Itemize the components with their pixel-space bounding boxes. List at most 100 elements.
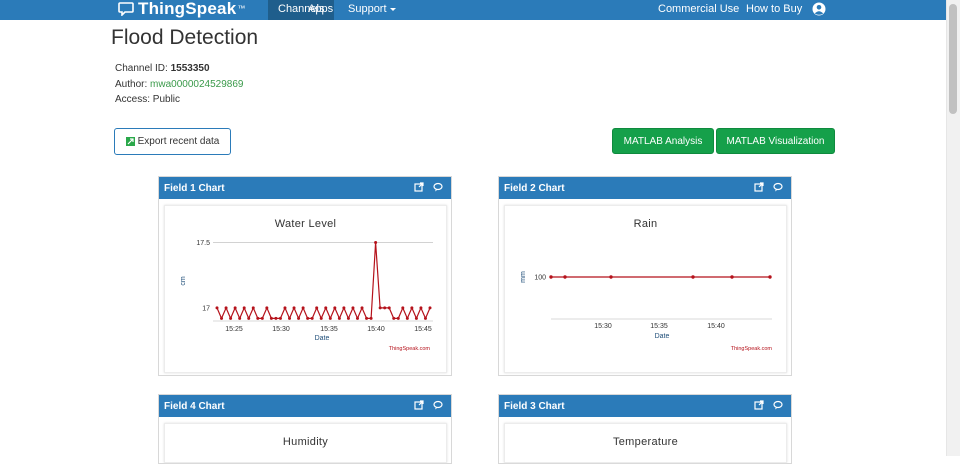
nav-apps[interactable]: Apps <box>308 0 333 20</box>
matlab-analysis-button[interactable]: MATLAB Analysis <box>612 128 714 154</box>
data-point <box>401 306 405 310</box>
data-point <box>410 306 414 310</box>
data-point <box>414 316 418 320</box>
x-axis-label: Date <box>315 335 330 342</box>
panel-title: Field 3 Chart <box>504 400 565 412</box>
data-point <box>288 316 292 320</box>
chart-area: Water Level 17 17.5 15:25 15:30 15:35 15:40 15… <box>164 205 447 373</box>
chart-title: Humidity <box>282 436 329 448</box>
data-point <box>306 316 310 320</box>
access-label: Access: <box>115 94 151 105</box>
data-point <box>315 306 319 310</box>
channel-id-label: Channel ID: <box>115 63 168 74</box>
data-point <box>423 316 427 320</box>
panel-header: Field 3 Chart <box>499 395 791 417</box>
export-label: Export recent data <box>137 136 220 147</box>
export-recent-data-button[interactable]: Export recent data <box>114 128 231 155</box>
data-point <box>428 306 432 310</box>
data-point <box>215 306 219 310</box>
y-axis-label: cm <box>180 276 187 286</box>
data-point <box>378 306 382 310</box>
access-value: Public <box>152 94 181 105</box>
channel-id-row: Channel ID: 1553350 <box>115 63 210 74</box>
comment-icon[interactable] <box>773 400 783 410</box>
panel-header: Field 1 Chart <box>159 177 451 199</box>
x-tick-label: 15:25 <box>225 326 243 333</box>
panel-header: Field 2 Chart <box>499 177 791 199</box>
author-label: Author: <box>115 79 148 90</box>
y-tick-label: 17.5 <box>196 240 210 247</box>
data-point <box>265 306 269 310</box>
external-link-icon[interactable] <box>754 182 764 192</box>
data-point <box>609 275 613 279</box>
data-point <box>283 306 287 310</box>
comment-icon[interactable] <box>433 182 443 192</box>
data-point <box>274 316 278 320</box>
y-tick-label: 100 <box>534 275 546 282</box>
matlab-visualization-label: MATLAB Visualization <box>726 135 825 147</box>
data-point <box>229 316 233 320</box>
data-point <box>351 306 355 310</box>
nav-commercial-use[interactable]: Commercial Use <box>658 0 739 20</box>
external-link-icon[interactable] <box>414 182 424 192</box>
data-point <box>233 306 237 310</box>
chart-area: Temperature <box>504 423 787 463</box>
water-level-chart[interactable]: 17 17.5 15:25 15:30 15:35 15:40 15:45 cm Date Thi… <box>165 206 448 374</box>
data-point <box>337 316 341 320</box>
chart-area: Rain 100 15:30 15:35 15:40 mm Date ThingSpeak.… <box>504 205 787 373</box>
data-point <box>251 306 255 310</box>
data-point <box>342 306 346 310</box>
data-point <box>292 306 296 310</box>
panel-header: Field 4 Chart <box>159 395 451 417</box>
data-point <box>383 306 387 310</box>
panel-title: Field 2 Chart <box>504 182 565 194</box>
x-tick-label: 15:40 <box>707 323 725 330</box>
brand-logo[interactable]: ThingSpeak ™ <box>118 0 245 20</box>
data-point <box>333 306 337 310</box>
data-point <box>405 316 409 320</box>
external-link-icon[interactable] <box>754 400 764 410</box>
brand-name: ThingSpeak <box>138 0 237 18</box>
data-point <box>392 316 396 320</box>
data-point <box>297 316 301 320</box>
data-point <box>355 316 359 320</box>
rain-chart[interactable]: 100 15:30 15:35 15:40 mm Date ThingSpeak.com <box>505 206 788 374</box>
comment-icon[interactable] <box>433 400 443 410</box>
data-point <box>360 306 364 310</box>
x-tick-label: 15:30 <box>594 323 612 330</box>
nav-how-to-buy[interactable]: How to Buy <box>746 0 802 20</box>
data-point <box>691 275 695 279</box>
page-title: Flood Detection <box>111 26 259 49</box>
access-row: Access: Public <box>115 94 180 105</box>
author-link[interactable]: mwa0000024529869 <box>150 79 243 90</box>
data-point <box>730 275 734 279</box>
data-point <box>768 275 772 279</box>
data-point <box>374 241 378 245</box>
panel-title: Field 1 Chart <box>164 182 225 194</box>
panel-title: Field 4 Chart <box>164 400 225 412</box>
scrollbar-thumb[interactable] <box>949 4 957 114</box>
field-1-panel: Field 1 Chart Water Level 17 17.5 15:25 15:… <box>158 176 452 376</box>
data-point <box>365 316 369 320</box>
field-3-panel: Field 3 Chart Temperature <box>498 394 792 464</box>
nav-support[interactable]: Support <box>348 0 396 20</box>
data-point <box>419 306 423 310</box>
user-circle-icon[interactable] <box>812 2 826 16</box>
chart-area: Humidity <box>164 423 447 463</box>
external-link-icon[interactable] <box>414 400 424 410</box>
comment-icon[interactable] <box>773 182 783 192</box>
chart-title: Temperature <box>612 436 679 448</box>
nav-how-to-buy-label: How to Buy <box>746 3 803 15</box>
data-point <box>278 316 282 320</box>
nav-support-label: Support <box>348 3 387 15</box>
brand-trademark: ™ <box>237 4 246 13</box>
field-2-panel: Field 2 Chart Rain 100 15:30 15:35 15:40 mm D… <box>498 176 792 376</box>
data-point <box>328 316 332 320</box>
x-tick-label: 15:45 <box>414 326 432 333</box>
chat-bubble-icon <box>118 1 134 16</box>
x-tick-label: 15:35 <box>650 323 668 330</box>
caret-down-icon <box>389 7 396 11</box>
matlab-visualization-button[interactable]: MATLAB Visualization <box>716 128 835 154</box>
data-point <box>387 306 391 310</box>
data-point <box>242 306 246 310</box>
